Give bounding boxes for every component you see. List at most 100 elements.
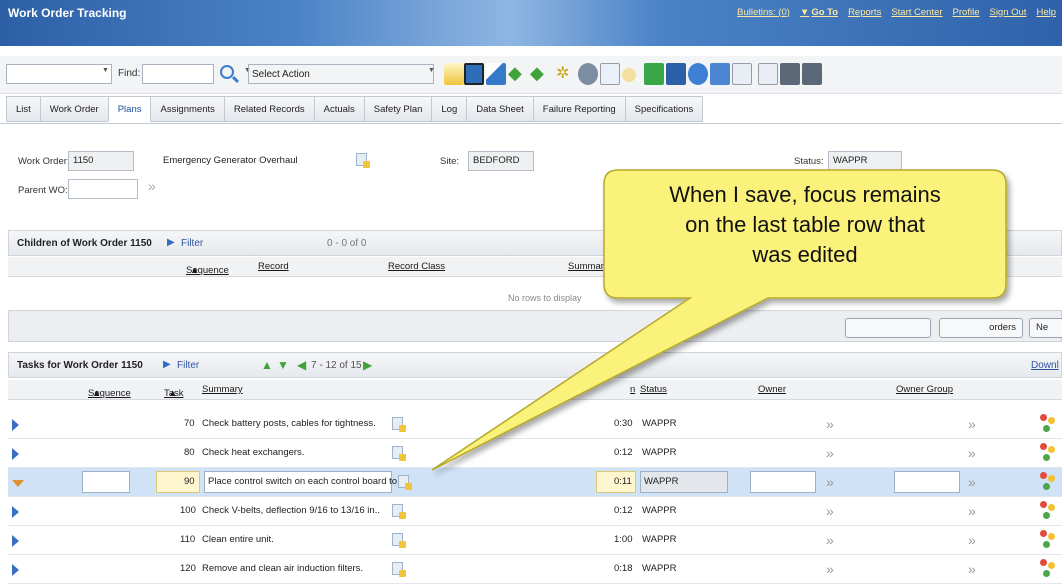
route-workflow-icon[interactable] xyxy=(1040,472,1056,492)
long-description-icon[interactable] xyxy=(398,475,412,490)
attachments-icon[interactable] xyxy=(578,63,598,85)
new-orders-button[interactable]: orders xyxy=(939,318,1023,338)
children-filter-link[interactable]: Filter xyxy=(181,238,203,249)
owner-input[interactable] xyxy=(750,471,816,493)
route-workflow-icon[interactable] xyxy=(1040,443,1056,463)
tab-work-order[interactable]: Work Order xyxy=(39,96,108,122)
tab-data-sheet[interactable]: Data Sheet xyxy=(466,96,533,122)
col-summary[interactable]: Summary xyxy=(202,384,243,395)
owner-group-select-icon[interactable]: » xyxy=(968,503,976,519)
search-scope-select[interactable] xyxy=(6,64,112,84)
print-all-icon[interactable] xyxy=(802,63,822,85)
edit-icon[interactable] xyxy=(486,63,506,85)
new-record-icon[interactable] xyxy=(444,63,464,85)
bulb-icon[interactable] xyxy=(622,68,636,82)
previous-page-icon[interactable]: ◀ xyxy=(297,358,306,372)
copy-icon[interactable] xyxy=(732,63,752,85)
tab-related-records[interactable]: Related Records xyxy=(223,96,314,122)
tab-specifications[interactable]: Specifications xyxy=(624,96,704,122)
help-link[interactable]: Help xyxy=(1036,7,1056,18)
sequence-input[interactable] xyxy=(82,471,130,493)
move-up-icon[interactable]: ▲ xyxy=(261,358,273,372)
expand-row-icon[interactable] xyxy=(12,564,19,576)
next-page-icon[interactable]: ▶ xyxy=(363,358,372,372)
sign-out-link[interactable]: Sign Out xyxy=(989,7,1026,18)
print-icon[interactable] xyxy=(780,63,800,85)
find-input[interactable] xyxy=(142,64,214,84)
tab-plans[interactable]: Plans xyxy=(107,96,151,122)
save-icon[interactable] xyxy=(464,63,484,85)
start-center-link[interactable]: Start Center xyxy=(891,7,942,18)
owner-select-icon[interactable]: » xyxy=(826,532,834,548)
workflow-icon[interactable]: ✲ xyxy=(556,63,576,85)
table-row[interactable]: 110 Clean entire unit. 1:00 WAPPR » » xyxy=(8,526,1062,555)
children-button-1[interactable] xyxy=(845,318,931,338)
route-workflow-icon[interactable] xyxy=(1040,414,1056,434)
col-owner[interactable]: Owner xyxy=(758,384,786,395)
owner-select-icon[interactable]: » xyxy=(826,445,834,461)
col-owner-group[interactable]: Owner Group xyxy=(896,384,953,395)
table-row[interactable]: 80 Check heat exchangers. 0:12 WAPPR » » xyxy=(8,439,1062,468)
tab-log[interactable]: Log xyxy=(431,96,467,122)
parent-wo-field[interactable] xyxy=(68,179,138,199)
long-description-icon[interactable] xyxy=(392,562,406,577)
col-status[interactable]: Status xyxy=(640,384,667,395)
table-row[interactable]: 70 Check battery posts, cables for tight… xyxy=(8,410,1062,439)
long-description-icon[interactable] xyxy=(356,153,370,168)
goto-link[interactable]: ▼ Go To xyxy=(800,6,838,18)
tab-failure-reporting[interactable]: Failure Reporting xyxy=(532,96,625,122)
tab-safety-plan[interactable]: Safety Plan xyxy=(363,96,432,122)
document-icon[interactable] xyxy=(758,63,778,85)
reports-link[interactable]: Reports xyxy=(848,7,881,18)
approve-icon[interactable] xyxy=(644,63,664,85)
status-field[interactable]: WAPPR xyxy=(828,151,902,171)
select-action-dropdown[interactable] xyxy=(248,64,434,84)
collapse-row-icon[interactable] xyxy=(12,480,24,487)
owner-select-icon[interactable]: » xyxy=(826,416,834,432)
tab-actuals[interactable]: Actuals xyxy=(313,96,364,122)
tab-assignments[interactable]: Assignments xyxy=(150,96,224,122)
owner-group-select-icon[interactable]: » xyxy=(968,445,976,461)
expand-row-icon[interactable] xyxy=(12,448,19,460)
tasks-filter-link[interactable]: Filter xyxy=(177,360,199,371)
table-row[interactable]: 120 Remove and clean air induction filte… xyxy=(8,555,1062,584)
owner-select-icon[interactable]: » xyxy=(826,474,834,490)
bulletins-link[interactable]: Bulletins: (0) xyxy=(737,7,790,18)
filter-icon[interactable]: ▶ xyxy=(163,359,171,370)
long-description-icon[interactable] xyxy=(392,446,406,461)
expand-row-icon[interactable] xyxy=(12,506,19,518)
route-workflow-icon[interactable] xyxy=(1040,530,1056,550)
long-description-icon[interactable] xyxy=(392,504,406,519)
owner-group-select-icon[interactable]: » xyxy=(968,474,976,490)
select-value-icon[interactable]: » xyxy=(148,178,156,194)
owner-group-input[interactable] xyxy=(894,471,960,493)
next-icon[interactable]: ◆ xyxy=(530,63,550,85)
description-field[interactable]: Emergency Generator Overhaul xyxy=(158,151,344,171)
expand-row-icon[interactable] xyxy=(12,419,19,431)
route-workflow-icon[interactable] xyxy=(1040,559,1056,579)
long-description-icon[interactable] xyxy=(392,417,406,432)
work-order-field[interactable]: 1150 xyxy=(68,151,134,171)
col-duration[interactable]: n xyxy=(630,384,635,395)
move-down-icon[interactable]: ▼ xyxy=(277,358,289,372)
owner-group-select-icon[interactable]: » xyxy=(968,561,976,577)
cancel-icon[interactable] xyxy=(710,63,730,85)
owner-group-select-icon[interactable]: » xyxy=(968,532,976,548)
owner-group-select-icon[interactable]: » xyxy=(968,416,976,432)
expand-row-icon[interactable] xyxy=(12,535,19,547)
report-icon[interactable] xyxy=(600,63,620,85)
new-row-button[interactable]: Ne xyxy=(1029,318,1062,338)
complete-icon[interactable] xyxy=(688,63,708,85)
long-description-icon[interactable] xyxy=(392,533,406,548)
route-icon[interactable] xyxy=(666,63,686,85)
previous-icon[interactable]: ◆ xyxy=(508,63,528,85)
profile-link[interactable]: Profile xyxy=(953,7,980,18)
download-link[interactable]: Downl xyxy=(1031,360,1059,371)
table-row[interactable]: 100 Check V-belts, deflection 9/16 to 13… xyxy=(8,497,1062,526)
owner-select-icon[interactable]: » xyxy=(826,561,834,577)
col-record[interactable]: Record xyxy=(258,261,289,272)
table-row-selected[interactable]: 90 Place control switch on each control … xyxy=(8,468,1062,497)
route-workflow-icon[interactable] xyxy=(1040,501,1056,521)
col-record-class[interactable]: Record Class xyxy=(388,261,445,272)
site-field[interactable]: BEDFORD xyxy=(468,151,534,171)
